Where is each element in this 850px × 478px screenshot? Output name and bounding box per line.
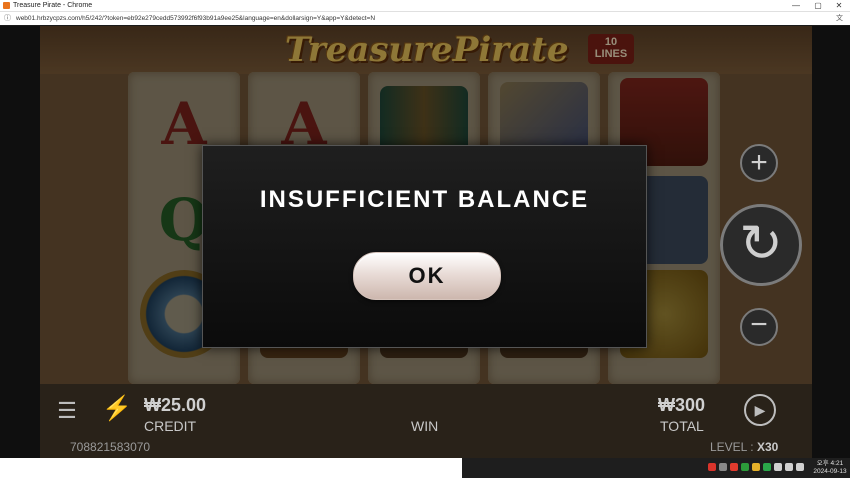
credit-label: CREDIT [144,418,197,434]
tray-icon[interactable] [752,463,760,471]
credit-value: ₩25.00 [144,395,207,415]
tray-icon[interactable] [796,463,804,471]
clock-time[interactable]: 오후 4:21 [812,460,848,467]
tray-icon[interactable] [708,463,716,471]
translate-icon[interactable]: 文 [835,14,844,23]
bottom-bar: ☰ ⚡ ₩25.00 CREDIT WIN ₩300 TOTAL ▶ 70882… [40,384,812,458]
tray-icon[interactable] [730,463,738,471]
window-title: Treasure Pirate - Chrome [13,2,93,9]
address-bar: ⓘ web01.hrbzycpzs.com/h5/242/?token=eb92… [0,12,850,25]
total-value: ₩300 [658,395,706,415]
total-label: TOTAL [660,418,704,434]
tray-icon[interactable] [741,463,749,471]
tray-icon[interactable] [763,463,771,471]
turbo-icon[interactable]: ⚡ [102,394,132,424]
tray-icon[interactable] [719,463,727,471]
tray-icon[interactable] [785,463,793,471]
session-id: 708821583070 [70,440,151,454]
taskbar-blank-area [0,458,462,478]
ok-button[interactable]: OK [353,252,501,300]
app-icon [3,2,10,9]
site-info-icon[interactable]: ⓘ [4,15,11,22]
autoplay-icon[interactable]: ▶ [744,394,776,426]
bet-increase-button[interactable]: + [740,144,778,182]
taskbar: 오후 4:21 2024-09-13 [0,458,850,478]
maximize-button[interactable]: ▢ [807,0,829,11]
menu-icon[interactable]: ☰ [56,400,78,422]
spin-button[interactable]: ↻ [720,204,802,286]
level-value: X30 [756,440,779,454]
dialog-message: INSUFFICIENT BALANCE [259,186,590,213]
level-indicator: LEVEL : X30 [710,440,778,454]
minimize-button[interactable]: — [785,0,807,11]
close-button[interactable]: ✕ [828,0,850,11]
tray-icon[interactable] [774,463,782,471]
left-letterbox [0,26,40,458]
win-label: WIN [411,418,439,434]
bet-decrease-button[interactable]: − [740,308,778,346]
clock-date[interactable]: 2024-09-13 [812,468,848,475]
url-text[interactable]: web01.hrbzycpzs.com/h5/242/?token=eb92e2… [16,13,375,24]
window-titlebar: Treasure Pirate - Chrome — ▢ ✕ [0,0,850,12]
insufficient-balance-dialog: INSUFFICIENT BALANCE OK [202,145,647,348]
level-label: LEVEL : [710,440,754,454]
right-letterbox [812,26,850,458]
